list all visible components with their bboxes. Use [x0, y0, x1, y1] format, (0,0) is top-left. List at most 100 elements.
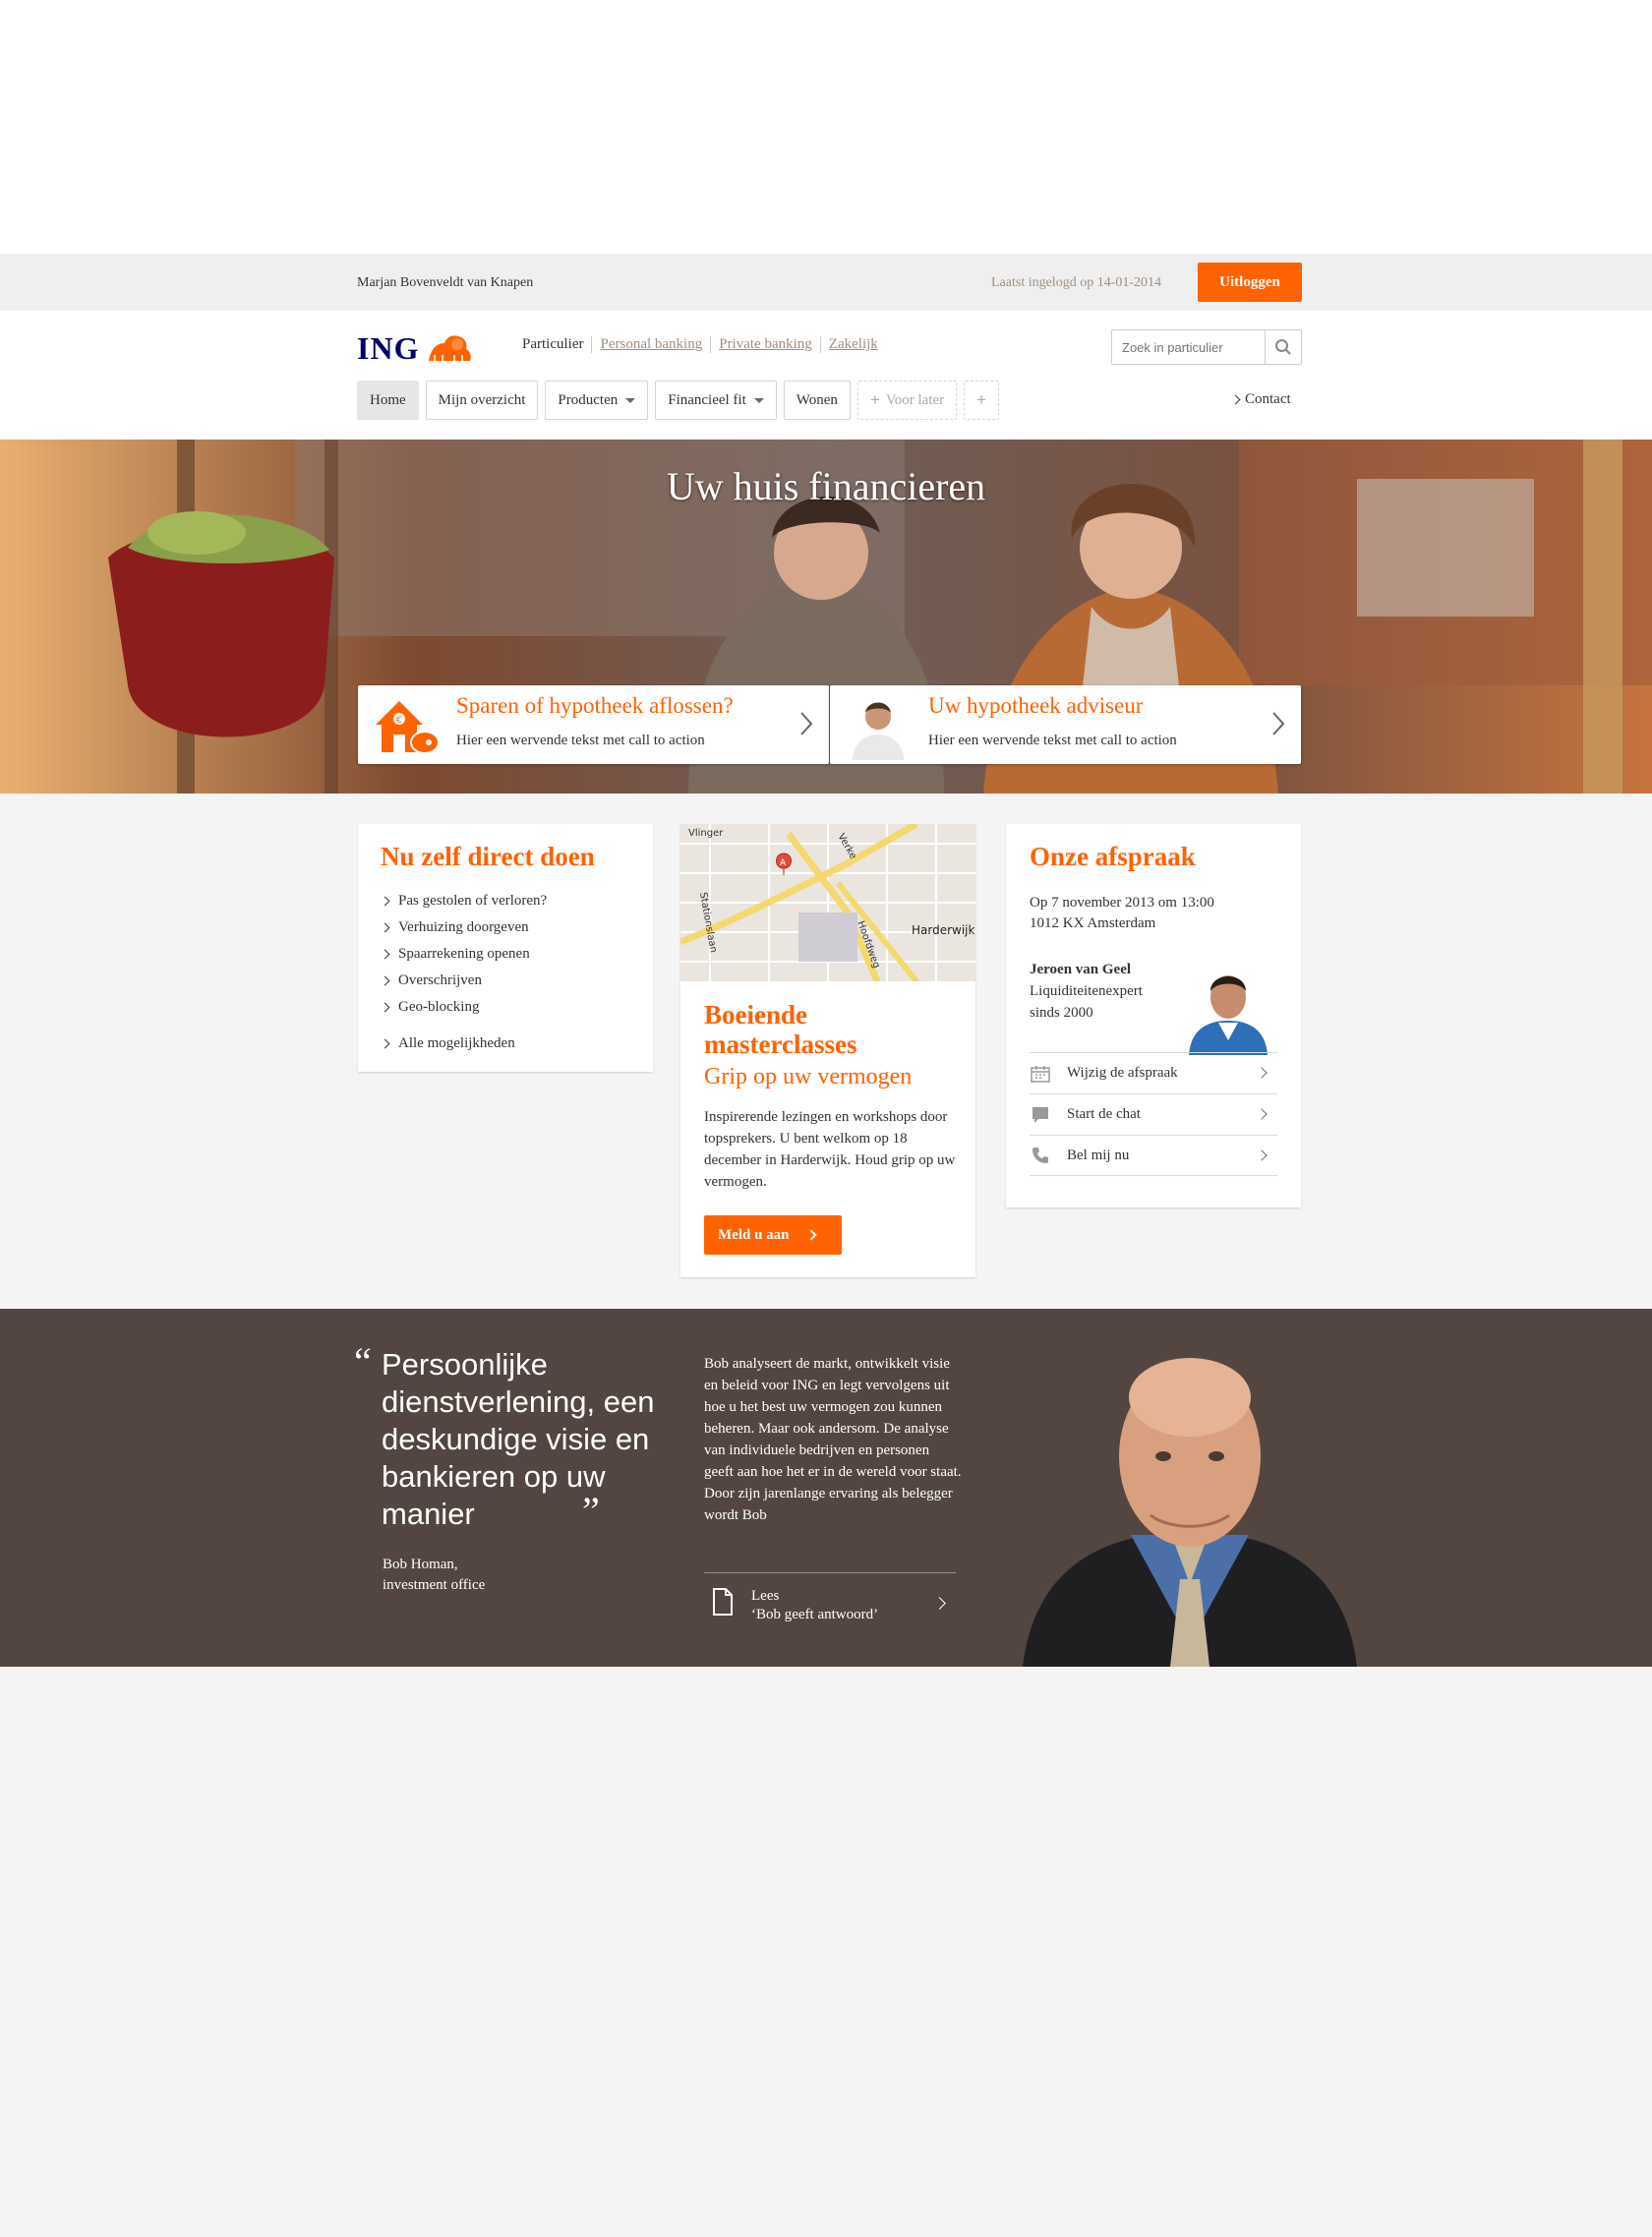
author-name: Bob Homan, — [383, 1557, 458, 1572]
lion-icon — [429, 335, 472, 361]
lees-link[interactable]: Lees ‘Bob geeft antwoord’ — [704, 1572, 956, 1629]
search-box — [1111, 329, 1302, 365]
nav-add-tab[interactable]: + — [964, 381, 1000, 420]
nav-mijn-overzicht[interactable]: Mijn overzicht — [425, 381, 539, 420]
nav-mijn-overzicht-label: Mijn overzicht — [438, 391, 526, 408]
list-item-label: Geo-blocking — [398, 999, 480, 1015]
cta-sparen-desc: Hier een wervende tekst met call to acti… — [456, 733, 705, 748]
segment-personal-banking[interactable]: Personal banking — [591, 336, 710, 353]
advisor-role: Liquiditeitenexpert — [1030, 983, 1143, 999]
svg-text:A: A — [780, 858, 787, 868]
list-item-label: Overschrijven — [398, 972, 482, 988]
cta-sparen[interactable]: € Sparen of hypotheek aflossen? Hier een… — [358, 685, 829, 764]
segment-private-banking[interactable]: Private banking — [710, 336, 820, 353]
meld-u-aan-label: Meld u aan — [718, 1226, 790, 1243]
lees-label-2: ‘Bob geeft antwoord’ — [751, 1607, 879, 1622]
start-chat-row[interactable]: Start de chat — [1030, 1093, 1277, 1135]
last-login: Laatst ingelogd op 14-01-2014 — [991, 275, 1162, 290]
bob-portrait — [1023, 1358, 1357, 1667]
masterclass-subtitle: Grip op uw vermogen — [704, 1064, 913, 1089]
chevron-right-icon — [380, 1002, 390, 1013]
cta-sparen-title: Sparen of hypotheek aflossen? — [456, 693, 734, 718]
lees-label: Lees ‘Bob geeft antwoord’ — [751, 1587, 878, 1624]
chevron-right-icon — [800, 712, 813, 736]
nav-home[interactable]: Home — [357, 381, 419, 420]
logo-text: ING — [357, 329, 420, 366]
document-icon — [713, 1588, 733, 1616]
chevron-right-icon — [380, 896, 390, 907]
list-item-label: Spaarrekening openen — [398, 946, 530, 962]
nav-home-label: Home — [370, 391, 406, 408]
advisor-photo — [844, 691, 913, 760]
top-whitespace — [0, 0, 1652, 254]
author-role: investment office — [383, 1577, 486, 1593]
afspraak-title: Onze afspraak — [1030, 842, 1196, 871]
nav-voor-later[interactable]: + Voor later — [856, 381, 958, 420]
chevron-right-icon — [1256, 1067, 1268, 1079]
ing-logo[interactable]: ING — [357, 328, 474, 368]
hero-banner: Uw huis financieren € Sparen of hypothee… — [0, 440, 1652, 794]
location-map[interactable]: A Stationslaan Vlinger Verke Hoofdweg Ha… — [680, 824, 975, 981]
nav-producten[interactable]: Producten — [545, 381, 649, 420]
search-icon — [1275, 339, 1291, 355]
quote-text: Persoonlijke dienstverlening, een deskun… — [382, 1346, 667, 1533]
open-quote-icon: “ — [354, 1339, 372, 1383]
search-input[interactable] — [1112, 330, 1266, 364]
segment-particulier[interactable]: Particulier — [522, 336, 591, 353]
nav-financieel-fit-label: Financieel fit — [668, 391, 746, 408]
masterclass-title-2: masterclasses — [704, 1030, 857, 1059]
cta-adviseur[interactable]: Uw hypotheek adviseur Hier een wervende … — [830, 685, 1301, 764]
nav-producten-label: Producten — [558, 391, 619, 408]
list-item-label: Verhuizing doorgeven — [398, 919, 529, 935]
chevron-right-icon — [1256, 1108, 1268, 1120]
meld-u-aan-button[interactable]: Meld u aan — [704, 1215, 842, 1255]
all-options-link[interactable]: Alle mogelijkheden — [380, 1030, 547, 1057]
afspraak-address: 1012 KX Amsterdam — [1030, 915, 1156, 931]
map-label-harderwijk: Harderwijk — [912, 923, 975, 937]
chevron-right-icon — [1272, 712, 1285, 736]
bel-mij-label: Bel mij nu — [1067, 1147, 1130, 1163]
list-item[interactable]: Spaarrekening openen — [380, 941, 547, 968]
chevron-right-icon — [380, 1038, 390, 1049]
map-label-vlinger: Vlinger — [688, 828, 724, 839]
nav-wonen[interactable]: Wonen — [783, 381, 851, 420]
username: Marjan Bovenveldt van Knapen — [357, 275, 534, 290]
cta-adviseur-title: Uw hypotheek adviseur — [928, 693, 1144, 718]
start-chat-label: Start de chat — [1067, 1106, 1141, 1122]
bel-mij-row[interactable]: Bel mij nu — [1030, 1135, 1277, 1176]
segment-zakelijk[interactable]: Zakelijk — [819, 336, 886, 353]
chat-icon — [1030, 1106, 1051, 1124]
list-item[interactable]: Geo-blocking — [380, 994, 547, 1021]
quote-author: Bob Homan, investment office — [383, 1555, 485, 1596]
wijzig-afspraak-row[interactable]: Wijzig de afspraak — [1030, 1052, 1277, 1093]
hero-title: Uw huis financieren — [666, 464, 986, 508]
chevron-right-icon — [380, 975, 390, 986]
list-item[interactable]: Verhuizing doorgeven — [380, 914, 547, 941]
chevron-right-icon — [380, 922, 390, 933]
contact-link[interactable]: Contact — [1230, 391, 1291, 408]
masterclass-title-1: Boeiende — [704, 1000, 807, 1030]
chevron-right-icon — [1256, 1149, 1268, 1161]
bob-description: Bob analyseert de markt, ontwikkelt visi… — [704, 1356, 962, 1523]
phone-icon — [1030, 1147, 1051, 1164]
search-button[interactable] — [1265, 330, 1301, 364]
nav-financieel-fit[interactable]: Financieel fit — [655, 381, 777, 420]
logout-button[interactable]: Uitloggen — [1198, 263, 1302, 302]
contact-label: Contact — [1245, 391, 1291, 407]
calendar-icon — [1030, 1065, 1051, 1083]
masterclass-card: A Stationslaan Vlinger Verke Hoofdweg Ha… — [680, 824, 975, 1277]
list-item[interactable]: Overschrijven — [380, 968, 547, 994]
direct-list: Pas gestolen of verloren? Verhuizing doo… — [380, 888, 547, 1057]
chevron-right-icon — [804, 1229, 817, 1241]
chevron-right-icon — [380, 949, 390, 960]
nav-wonen-label: Wonen — [796, 391, 838, 408]
direct-card: Nu zelf direct doen Pas gestolen of verl… — [358, 824, 653, 1072]
user-bar: Marjan Bovenveldt van Knapen Laatst inge… — [0, 254, 1652, 311]
quote-band: “ Persoonlijke dienstverlening, een desk… — [0, 1309, 1652, 1667]
advisor-since: sinds 2000 — [1030, 1005, 1093, 1021]
main-nav: Home Mijn overzicht Producten Financieel… — [357, 381, 1006, 420]
direct-title: Nu zelf direct doen — [381, 842, 595, 871]
advisor-name: Jeroen van Geel — [1030, 962, 1132, 977]
list-item[interactable]: Pas gestolen of verloren? — [380, 888, 547, 914]
add-tab-icon: + — [976, 390, 987, 409]
